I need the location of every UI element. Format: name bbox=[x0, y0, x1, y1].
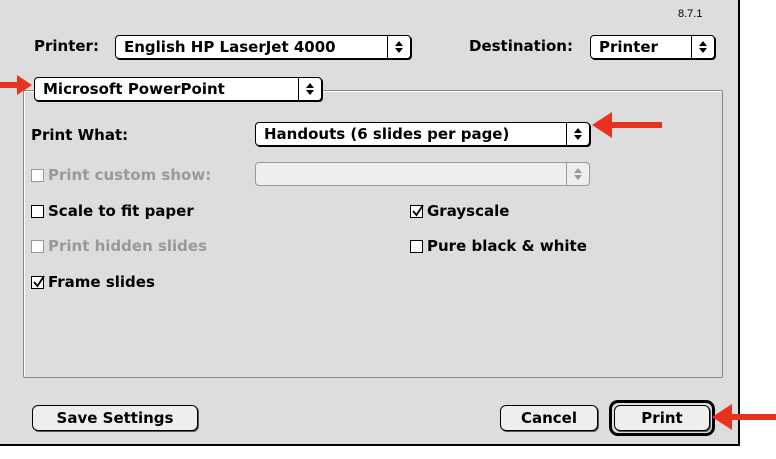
checkbox-box bbox=[410, 204, 424, 218]
panel-popup[interactable]: Microsoft PowerPoint bbox=[34, 77, 322, 101]
pure-bw-label: Pure black & white bbox=[427, 237, 587, 255]
destination-popup-value: Printer bbox=[599, 38, 658, 56]
custom-show-popup[interactable] bbox=[255, 162, 590, 186]
print-hidden-checkbox[interactable]: Print hidden slides bbox=[31, 237, 207, 255]
checkbox-box bbox=[31, 168, 44, 182]
destination-popup[interactable]: Printer bbox=[590, 35, 715, 59]
cancel-button[interactable]: Cancel bbox=[500, 405, 598, 431]
destination-label: Destination: bbox=[469, 37, 573, 55]
frame-slides-checkbox[interactable]: Frame slides bbox=[31, 273, 155, 291]
printer-popup-value: English HP LaserJet 4000 bbox=[124, 38, 336, 56]
checkbox-box bbox=[31, 275, 45, 289]
annotation-arrow-icon bbox=[592, 112, 662, 138]
grayscale-label: Grayscale bbox=[427, 202, 510, 220]
print-button[interactable]: Print bbox=[614, 405, 710, 431]
annotation-arrow-icon bbox=[0, 75, 32, 95]
print-what-popup[interactable]: Handouts (6 slides per page) bbox=[255, 122, 590, 146]
grayscale-checkbox[interactable]: Grayscale bbox=[410, 202, 509, 220]
custom-show-label: Print custom show: bbox=[48, 166, 212, 184]
print-what-label: Print What: bbox=[31, 126, 129, 144]
printer-label: Printer: bbox=[34, 37, 99, 55]
updown-arrows-icon bbox=[387, 36, 410, 58]
checkbox-box bbox=[31, 204, 44, 218]
printer-popup[interactable]: English HP LaserJet 4000 bbox=[115, 35, 411, 59]
custom-show-checkbox[interactable]: Print custom show: bbox=[31, 166, 211, 184]
panel-popup-value: Microsoft PowerPoint bbox=[43, 80, 225, 98]
checkmark-icon bbox=[33, 275, 45, 287]
pure-bw-checkbox[interactable]: Pure black & white bbox=[410, 237, 587, 255]
scale-to-fit-checkbox[interactable]: Scale to fit paper bbox=[31, 202, 194, 220]
scale-to-fit-label: Scale to fit paper bbox=[48, 202, 194, 220]
version-label: 8.7.1 bbox=[678, 8, 703, 20]
frame-slides-label: Frame slides bbox=[48, 273, 155, 291]
print-what-popup-value: Handouts (6 slides per page) bbox=[264, 125, 510, 143]
print-dialog: 8.7.1 Printer: English HP LaserJet 4000 … bbox=[0, 0, 740, 446]
updown-arrows-icon bbox=[566, 123, 589, 145]
checkmark-icon bbox=[412, 204, 424, 216]
updown-arrows-icon bbox=[691, 36, 714, 58]
print-hidden-label: Print hidden slides bbox=[48, 237, 208, 255]
save-settings-button[interactable]: Save Settings bbox=[32, 405, 198, 431]
updown-arrows-icon bbox=[298, 78, 321, 100]
annotation-arrow-icon bbox=[712, 404, 776, 430]
updown-arrows-icon bbox=[566, 163, 589, 185]
checkbox-box bbox=[410, 239, 423, 253]
checkbox-box bbox=[31, 239, 44, 253]
